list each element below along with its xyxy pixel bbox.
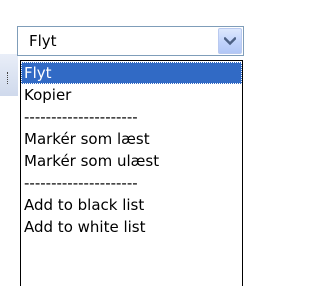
dropdown-list: Flyt Kopier --------------------- Markér…	[20, 60, 243, 286]
background-panel	[0, 96, 21, 286]
option-mark-read[interactable]: Markér som læst	[21, 128, 242, 150]
option-kopier[interactable]: Kopier	[21, 84, 242, 106]
option-flyt[interactable]: Flyt	[21, 62, 242, 84]
toolbar-tab-strip	[0, 54, 18, 97]
option-mark-unread[interactable]: Markér som ulæst	[21, 150, 242, 172]
toolbar-grip-handle	[7, 72, 11, 84]
action-select[interactable]: Flyt	[17, 26, 244, 56]
option-add-black-list[interactable]: Add to black list	[21, 194, 242, 216]
chevron-down-icon	[224, 37, 236, 46]
option-add-white-list[interactable]: Add to white list	[21, 216, 242, 238]
option-separator[interactable]: ---------------------	[21, 106, 242, 128]
option-separator[interactable]: ---------------------	[21, 172, 242, 194]
dropdown-arrow-button[interactable]	[218, 28, 242, 54]
screen: Flyt Flyt Kopier --------------------- M…	[0, 0, 251, 286]
select-current-value: Flyt	[29, 32, 57, 50]
